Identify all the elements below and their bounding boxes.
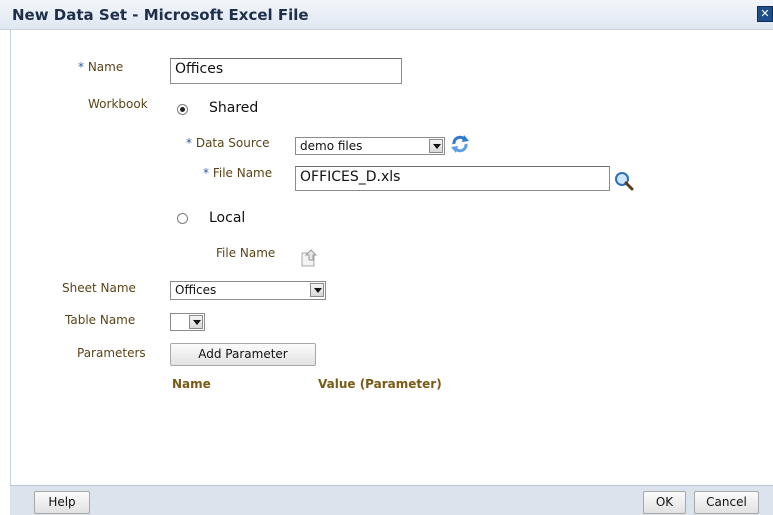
- sheet-name-value: Offices: [175, 283, 217, 297]
- cancel-button[interactable]: Cancel: [694, 491, 759, 514]
- title-bar: New Data Set - Microsoft Excel File ✕: [0, 0, 773, 30]
- data-source-select[interactable]: demo files: [295, 137, 445, 155]
- shared-radio[interactable]: [177, 104, 188, 115]
- sheet-name-select[interactable]: Offices: [170, 281, 326, 300]
- refresh-icon[interactable]: [449, 133, 471, 155]
- chevron-down-icon[interactable]: [429, 139, 443, 153]
- data-source-required-mark: *: [186, 136, 192, 150]
- search-icon[interactable]: [613, 170, 635, 192]
- sheet-name-label: Sheet Name: [62, 281, 136, 295]
- close-button[interactable]: ✕: [757, 6, 773, 22]
- shared-file-name-input[interactable]: OFFICES_D.xls: [295, 166, 610, 191]
- name-label-group: * Name: [78, 60, 123, 74]
- chevron-down-icon[interactable]: [189, 315, 203, 329]
- dialog-left-border: [10, 29, 11, 485]
- data-source-label-group: * Data Source: [186, 136, 270, 150]
- shared-file-name-value: OFFICES_D.xls: [300, 169, 401, 185]
- add-parameter-button[interactable]: Add Parameter: [170, 343, 316, 366]
- table-name-label: Table Name: [65, 313, 136, 327]
- upload-icon[interactable]: [299, 248, 319, 268]
- ok-button[interactable]: OK: [643, 491, 686, 514]
- help-button[interactable]: Help: [34, 491, 90, 514]
- dialog-footer: Help OK Cancel: [10, 485, 773, 515]
- parameters-column-name: Name: [172, 377, 211, 391]
- dialog-title: New Data Set - Microsoft Excel File: [12, 6, 309, 24]
- new-data-set-dialog: New Data Set - Microsoft Excel File ✕ * …: [0, 0, 773, 515]
- table-name-select[interactable]: [170, 313, 205, 331]
- data-source-label: Data Source: [195, 136, 270, 150]
- shared-radio-label: Shared: [209, 100, 259, 116]
- close-icon: ✕: [760, 7, 770, 20]
- name-input-value: Offices: [175, 61, 224, 77]
- name-label: Name: [87, 60, 124, 74]
- local-radio[interactable]: [177, 213, 188, 224]
- file-name-required-mark: *: [203, 166, 209, 180]
- name-input[interactable]: Offices: [170, 58, 402, 84]
- shared-file-name-label: File Name: [212, 166, 273, 180]
- local-file-name-label: File Name: [216, 246, 276, 260]
- shared-file-name-label-group: * File Name: [203, 166, 272, 180]
- parameters-column-value: Value (Parameter): [318, 377, 442, 391]
- data-source-value: demo files: [300, 139, 363, 153]
- parameters-label: Parameters: [77, 346, 146, 360]
- name-required-mark: *: [78, 60, 84, 74]
- local-radio-label: Local: [209, 210, 246, 226]
- workbook-label: Workbook: [88, 97, 148, 111]
- chevron-down-icon[interactable]: [310, 283, 324, 297]
